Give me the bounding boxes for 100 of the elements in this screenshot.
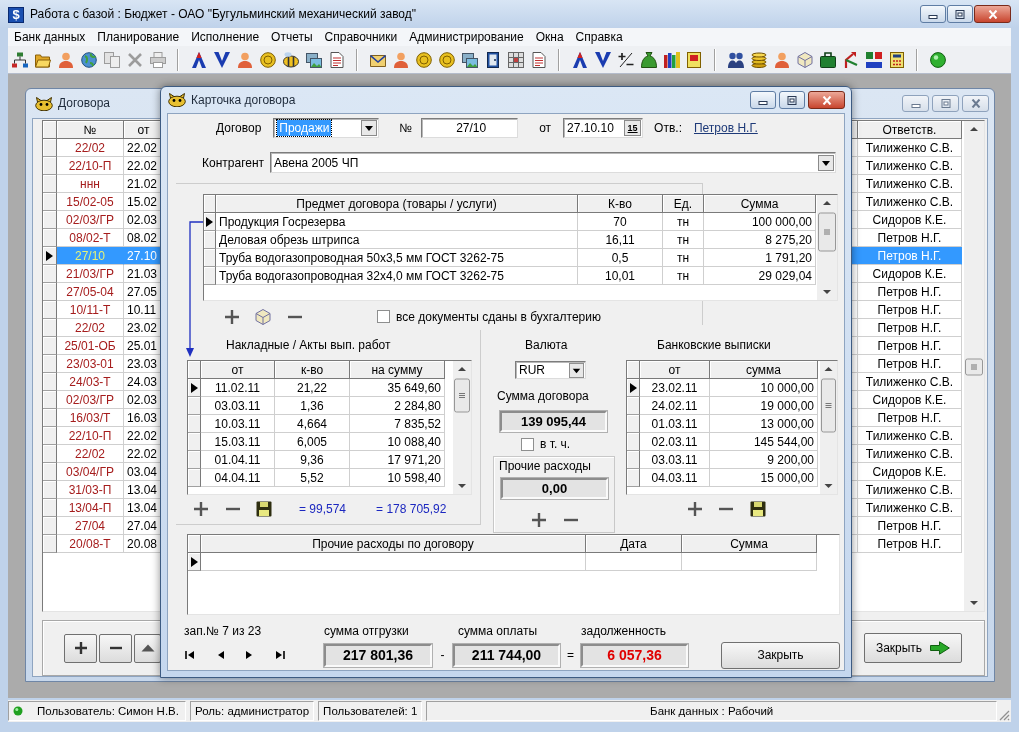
maximize-icon xyxy=(955,9,965,19)
table-cell: 27/05-04 xyxy=(57,283,124,301)
close-button[interactable]: Закрыть xyxy=(864,633,962,663)
table-cell: 10,01 xyxy=(578,267,663,285)
previous-record-icon[interactable] xyxy=(216,650,226,660)
table-cell: 21/03/ГР xyxy=(57,265,124,283)
coin-icon[interactable] xyxy=(438,51,455,68)
plus-minus-icon[interactable] xyxy=(617,51,634,68)
briefcase-icon[interactable] xyxy=(819,51,836,68)
table-cell: 02.03.11 xyxy=(640,433,710,451)
hierarchy-icon[interactable] xyxy=(11,51,28,68)
column-header: сумма xyxy=(710,361,818,379)
table-cell: 22/02 xyxy=(57,445,124,463)
person-icon[interactable] xyxy=(57,51,74,68)
indicator-icon[interactable] xyxy=(929,51,946,68)
row-indicator[interactable] xyxy=(188,553,201,571)
record-position: зап.№ 7 из 23 xyxy=(184,624,262,638)
add-button[interactable] xyxy=(64,633,97,663)
coin-icon[interactable] xyxy=(415,51,432,68)
globe-icon[interactable] xyxy=(80,51,97,68)
books-icon[interactable] xyxy=(663,51,680,68)
close-button[interactable] xyxy=(974,5,1011,23)
table-cell: Тилиженко С.В. xyxy=(858,139,962,157)
menu-item[interactable]: Исполнение xyxy=(185,29,266,45)
column-header: Ответств. xyxy=(858,121,962,139)
blocks-icon[interactable] xyxy=(865,51,882,68)
menu-item[interactable]: Отчеты xyxy=(265,29,319,45)
maximize-button[interactable] xyxy=(947,5,973,23)
table-cell: 29 029,04 xyxy=(704,267,816,285)
maximize-button[interactable] xyxy=(779,91,805,109)
folder-icon[interactable] xyxy=(34,51,51,68)
door-icon[interactable] xyxy=(484,51,501,68)
coin-icon[interactable] xyxy=(259,51,276,68)
checkbox-label: все документы сданы в бухгалтерию xyxy=(396,309,601,324)
grid-icon[interactable] xyxy=(507,51,524,68)
arrow-up-icon[interactable] xyxy=(190,51,207,68)
table-cell: 0,5 xyxy=(578,249,663,267)
person-icon[interactable] xyxy=(392,51,409,68)
menu-item[interactable]: Администрирование xyxy=(403,29,530,45)
table-cell: 24.02.11 xyxy=(640,397,710,415)
picture-frame-icon[interactable] xyxy=(686,51,703,68)
table-cell: 4,664 xyxy=(275,415,350,433)
column-header: № xyxy=(57,121,124,139)
table-cell: Тилиженко С.В. xyxy=(858,445,962,463)
arrow-down-icon[interactable] xyxy=(213,51,230,68)
table-cell: Сидоров К.Е. xyxy=(858,211,962,229)
pictures-icon[interactable] xyxy=(305,51,322,68)
field-label: № xyxy=(399,121,413,135)
table-cell: Труба водогазопроводная 32х4,0 мм ГОСТ 3262-75 xyxy=(216,267,578,285)
status-indicator-icon xyxy=(13,706,23,716)
total-text: = 99,574 xyxy=(299,502,347,516)
menu-item[interactable]: Банк данных xyxy=(8,29,92,45)
close-button[interactable] xyxy=(808,91,845,109)
first-record-icon[interactable] xyxy=(185,650,195,660)
next-record-icon[interactable] xyxy=(244,650,254,660)
field-label: Прочие расходы xyxy=(499,459,591,473)
debt-field: 6 057,36 xyxy=(581,643,688,667)
move-up-button[interactable] xyxy=(134,633,161,663)
resize-grip-icon[interactable] xyxy=(998,709,1010,721)
app-icon: $ xyxy=(8,7,24,23)
field-label: Сумма договора xyxy=(497,389,589,403)
status-text: Пользователей: 1 xyxy=(323,704,418,718)
menu-item[interactable]: Справочники xyxy=(318,29,404,45)
printer-icon[interactable] xyxy=(149,51,166,68)
minimize-button[interactable] xyxy=(920,5,946,23)
box-icon[interactable] xyxy=(796,51,813,68)
table-cell: 24/03-Т xyxy=(57,373,124,391)
person-icon[interactable] xyxy=(236,51,253,68)
checkbox-label: в т. ч. xyxy=(540,438,571,451)
arrow-down-icon[interactable] xyxy=(594,51,611,68)
table-cell: 1,36 xyxy=(275,397,350,415)
calculator-icon[interactable] xyxy=(888,51,905,68)
menu-item[interactable]: Планирование xyxy=(91,29,186,45)
arrow-up-icon[interactable] xyxy=(571,51,588,68)
document-icon[interactable] xyxy=(530,51,547,68)
bee-icon[interactable] xyxy=(282,51,299,68)
column-header: Прочие расходы по договору xyxy=(201,535,586,553)
total-label: сумма отгрузки xyxy=(324,624,409,638)
remove-button[interactable] xyxy=(99,633,132,663)
people-icon[interactable] xyxy=(727,51,744,68)
close-button[interactable]: Закрыть xyxy=(721,641,840,669)
table-cell: 04.03.11 xyxy=(640,469,710,487)
document-icon[interactable] xyxy=(328,51,345,68)
person-icon[interactable] xyxy=(773,51,790,68)
row-indicator[interactable] xyxy=(43,247,57,265)
branch-arrow-icon[interactable] xyxy=(842,51,859,68)
table-cell: 03.03.11 xyxy=(640,451,710,469)
menu-item[interactable]: Справка xyxy=(569,29,629,45)
vertical-scrollbar[interactable] xyxy=(964,121,984,611)
money-bag-icon[interactable] xyxy=(640,51,657,68)
pictures-icon[interactable] xyxy=(461,51,478,68)
row-pointer-icon xyxy=(46,250,53,261)
window-title: Работа с базой : Бюджет - ОАО "Бугульминский механический завод" xyxy=(30,7,417,22)
table-cell: 2 284,80 xyxy=(350,397,445,415)
last-record-icon[interactable] xyxy=(275,650,285,660)
field-label: Отв.: xyxy=(654,121,682,135)
menu-item[interactable]: Окна xyxy=(529,29,570,45)
minimize-button[interactable] xyxy=(750,91,776,109)
coins-icon[interactable] xyxy=(750,51,767,68)
column-header: Сумма xyxy=(704,195,816,213)
